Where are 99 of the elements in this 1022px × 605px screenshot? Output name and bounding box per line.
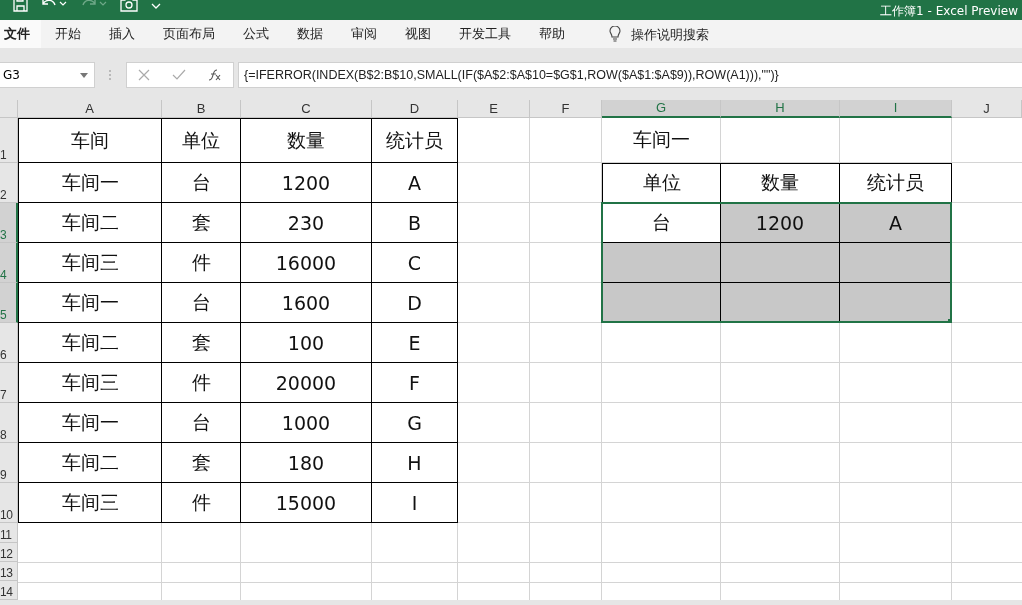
save-icon[interactable]: [12, 0, 28, 12]
table-cell[interactable]: 1200: [721, 203, 840, 243]
table-cell[interactable]: 台: [162, 163, 241, 203]
table-cell[interactable]: 车间一: [18, 403, 162, 443]
column-header[interactable]: I: [840, 100, 952, 118]
lightbulb-icon: [609, 26, 621, 42]
column-header[interactable]: E: [458, 100, 530, 118]
ribbon-tab[interactable]: 页面布局: [149, 20, 229, 48]
table-cell[interactable]: 车间三: [18, 363, 162, 403]
ribbon-tab[interactable]: 开始: [41, 20, 95, 48]
table-cell[interactable]: 1200: [241, 163, 372, 203]
column-header[interactable]: H: [721, 100, 840, 118]
column-header[interactable]: C: [241, 100, 372, 118]
row-header[interactable]: 14: [0, 581, 18, 600]
name-box[interactable]: G3: [0, 62, 95, 88]
cancel-icon[interactable]: [138, 69, 150, 81]
row-header[interactable]: 8: [0, 403, 18, 443]
table-cell[interactable]: 统计员: [840, 163, 952, 203]
row-header[interactable]: 10: [0, 483, 18, 523]
row-header[interactable]: 5: [0, 283, 18, 323]
function-icon[interactable]: [208, 69, 222, 81]
column-header[interactable]: D: [372, 100, 458, 118]
table-cell[interactable]: 1000: [241, 403, 372, 443]
table-cell[interactable]: E: [372, 323, 458, 363]
table-cell[interactable]: D: [372, 283, 458, 323]
row-header[interactable]: 7: [0, 363, 18, 403]
table-cell[interactable]: 套: [162, 323, 241, 363]
table-cell[interactable]: 单位: [162, 118, 241, 163]
table-cell[interactable]: G: [372, 403, 458, 443]
table-cell[interactable]: 单位: [602, 163, 721, 203]
table-cell[interactable]: 100: [241, 323, 372, 363]
ribbon-tab[interactable]: 帮助: [525, 20, 579, 48]
row-header[interactable]: 2: [0, 163, 18, 203]
table-cell[interactable]: 车间二: [18, 323, 162, 363]
ribbon-tab[interactable]: 视图: [391, 20, 445, 48]
table-cell[interactable]: 15000: [241, 483, 372, 523]
table-cell[interactable]: 车间二: [18, 443, 162, 483]
table-cell[interactable]: 台: [162, 283, 241, 323]
table-cell[interactable]: 16000: [241, 243, 372, 283]
table-cell[interactable]: 车间三: [18, 243, 162, 283]
ribbon-tab[interactable]: 数据: [283, 20, 337, 48]
table-cell[interactable]: F: [372, 363, 458, 403]
table-cell[interactable]: 统计员: [372, 118, 458, 163]
row-header[interactable]: 1: [0, 118, 18, 163]
formula-field[interactable]: {=IFERROR(INDEX(B$2:B$10,SMALL(IF($A$2:$A$10=$G$1,ROW($A$1:$A$9)),ROW(A1))),"")}: [238, 62, 1022, 88]
table-cell[interactable]: 车间: [18, 118, 162, 163]
table-cell[interactable]: 车间二: [18, 203, 162, 243]
table-cell[interactable]: 20000: [241, 363, 372, 403]
table-cell[interactable]: 台: [162, 403, 241, 443]
table-cell[interactable]: 件: [162, 363, 241, 403]
camera-icon[interactable]: [120, 0, 138, 12]
row-header[interactable]: 6: [0, 323, 18, 363]
column-header[interactable]: G: [602, 100, 721, 118]
column-header[interactable]: J: [952, 100, 1022, 118]
table-cell[interactable]: 件: [162, 483, 241, 523]
row-header[interactable]: 4: [0, 243, 18, 283]
table-cell[interactable]: A: [372, 163, 458, 203]
table-cell[interactable]: 套: [162, 203, 241, 243]
table-cell[interactable]: 数量: [721, 163, 840, 203]
selected-cell[interactable]: [721, 283, 840, 323]
table-cell[interactable]: 180: [241, 443, 372, 483]
row-header[interactable]: 12: [0, 543, 18, 562]
table-cell[interactable]: 1600: [241, 283, 372, 323]
column-header[interactable]: F: [530, 100, 602, 118]
table-cell[interactable]: A: [840, 203, 952, 243]
search-field[interactable]: 操作说明搜索: [631, 26, 751, 42]
ribbon-tab[interactable]: 开发工具: [445, 20, 525, 48]
window-title: 工作簿1 - Excel Preview: [880, 3, 1019, 20]
selected-cell[interactable]: [840, 243, 952, 283]
table-cell[interactable]: 套: [162, 443, 241, 483]
ribbon-tab[interactable]: 审阅: [337, 20, 391, 48]
row-header[interactable]: 3: [0, 203, 18, 243]
fill-handle[interactable]: [948, 319, 952, 323]
table-cell[interactable]: B: [372, 203, 458, 243]
selected-cell[interactable]: [721, 243, 840, 283]
selected-cell[interactable]: [602, 283, 721, 323]
table-cell[interactable]: 车间一: [602, 118, 721, 163]
row-header[interactable]: 9: [0, 443, 18, 483]
row-header[interactable]: 11: [0, 523, 18, 543]
table-cell[interactable]: 车间三: [18, 483, 162, 523]
column-header[interactable]: B: [162, 100, 241, 118]
ribbon-tab[interactable]: 公式: [229, 20, 283, 48]
table-cell[interactable]: 车间一: [18, 163, 162, 203]
table-cell[interactable]: H: [372, 443, 458, 483]
table-cell[interactable]: 车间一: [18, 283, 162, 323]
table-cell[interactable]: I: [372, 483, 458, 523]
column-header[interactable]: A: [18, 100, 162, 118]
check-icon[interactable]: [172, 69, 186, 81]
table-cell[interactable]: 230: [241, 203, 372, 243]
row-header[interactable]: 13: [0, 562, 18, 581]
selected-cell[interactable]: [840, 283, 952, 323]
dropdown-caret-icon[interactable]: [80, 73, 88, 78]
ribbon-tab[interactable]: 插入: [95, 20, 149, 48]
ribbon-tab[interactable]: 文件: [0, 20, 41, 48]
table-cell[interactable]: 件: [162, 243, 241, 283]
table-cell[interactable]: C: [372, 243, 458, 283]
table-cell[interactable]: 数量: [241, 118, 372, 163]
selected-cell[interactable]: [602, 243, 721, 283]
drag-handle-icon[interactable]: [108, 69, 112, 81]
